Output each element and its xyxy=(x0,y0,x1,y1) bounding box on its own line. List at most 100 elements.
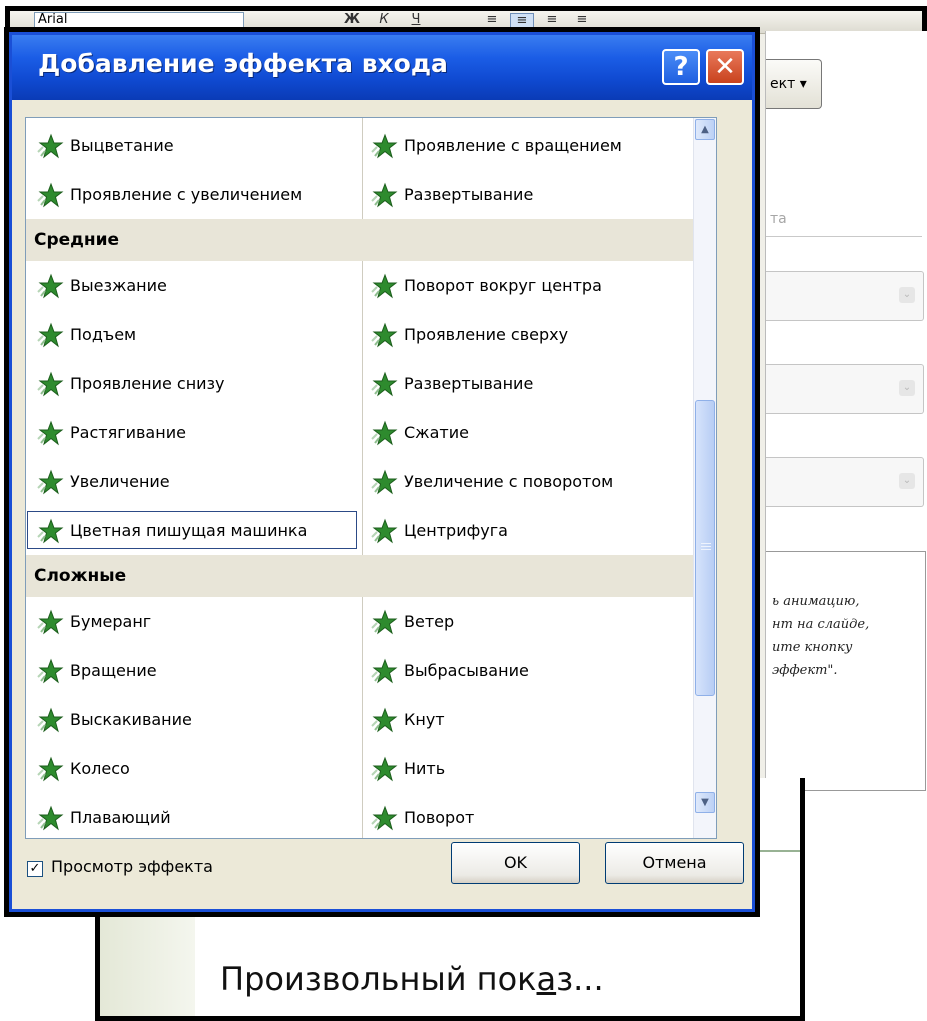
property-combo[interactable]: ⌄ xyxy=(766,364,924,414)
pane-hint-text: ь анимацию, нт на слайде, ите кнопку эфф… xyxy=(766,551,926,791)
thumb-grip xyxy=(701,546,711,547)
effect-item[interactable]: Проявление с вращением xyxy=(370,121,690,170)
dialog-titlebar[interactable]: Добавление эффекта входа ? ✕ xyxy=(12,35,752,100)
effect-label: Нить xyxy=(404,759,446,778)
effect-label: Бумеранг xyxy=(70,612,152,631)
effects-list[interactable]: Выцветание Проявление с вращением Проявлен… xyxy=(25,117,717,839)
effect-item[interactable]: Подъем xyxy=(36,310,366,359)
green-star-icon xyxy=(371,756,398,781)
dialog-client-area: Выцветание Проявление с вращением Проявлен… xyxy=(12,100,752,909)
custom-animation-pane: ект ▾ та ⌄ ⌄ ⌄ ь анимацию, нт на слайде,… xyxy=(765,31,927,791)
preview-effect-checkbox[interactable]: ✓ xyxy=(27,861,43,877)
green-star-icon xyxy=(371,182,398,207)
selection-outline xyxy=(27,511,357,549)
list-row: Растягивание Сжатие xyxy=(26,408,694,457)
list-row: Подъем Проявление сверху xyxy=(26,310,694,359)
effect-item[interactable]: Проявление снизу xyxy=(36,359,366,408)
green-star-icon xyxy=(37,420,64,445)
list-row: Колесо Нить xyxy=(26,744,694,793)
green-star-icon xyxy=(37,469,64,494)
green-star-icon xyxy=(37,805,64,830)
list-row: Выезжание Поворот вокруг центра xyxy=(26,261,694,310)
custom-show-menu-item[interactable]: Произвольный показ... xyxy=(220,960,604,998)
menu-item-hotkey: а xyxy=(536,960,557,998)
green-star-icon xyxy=(37,273,64,298)
effect-item[interactable]: Выскакивание xyxy=(36,695,366,744)
pane-section-label: та xyxy=(770,211,787,227)
close-button[interactable]: ✕ xyxy=(706,49,744,85)
effect-item[interactable]: Увеличение xyxy=(36,457,366,506)
dialog-title: Добавление эффекта входа xyxy=(38,49,448,78)
category-header: Сложные xyxy=(26,555,694,597)
cancel-button[interactable]: Отмена xyxy=(605,842,744,884)
effect-label: Подъем xyxy=(70,325,137,344)
effect-item[interactable]: Растягивание xyxy=(36,408,366,457)
effect-item[interactable]: Развертывание xyxy=(370,359,690,408)
effect-item[interactable]: Выбрасывание xyxy=(370,646,690,695)
list-row: Проявление с увеличением Развертывание xyxy=(26,170,694,219)
effect-label: Выбрасывание xyxy=(404,661,529,680)
help-button[interactable]: ? xyxy=(662,49,700,85)
green-star-icon xyxy=(371,420,398,445)
effect-label: Развертывание xyxy=(404,374,534,393)
effect-item[interactable]: Проявление с увеличением xyxy=(36,170,366,219)
green-star-icon xyxy=(371,371,398,396)
effect-item[interactable]: Бумеранг xyxy=(36,597,366,646)
list-row: Увеличение Увеличение с поворотом xyxy=(26,457,694,506)
vertical-scrollbar[interactable]: ▲ ▼ xyxy=(693,118,716,838)
ok-button[interactable]: OK xyxy=(451,842,580,884)
green-star-icon xyxy=(371,469,398,494)
green-star-icon xyxy=(37,182,64,207)
effect-item[interactable]: Колесо xyxy=(36,744,366,793)
scroll-down-button[interactable]: ▼ xyxy=(695,792,715,813)
effect-label: Проявление с увеличением xyxy=(70,185,303,204)
list-row: Цветная пишущая машинка Центрифуга xyxy=(26,506,694,555)
effect-item[interactable]: Плавающий xyxy=(36,793,366,838)
thumb-grip xyxy=(701,549,711,550)
effect-item[interactable]: Увеличение с поворотом xyxy=(370,457,690,506)
list-row: Плавающий Поворот xyxy=(26,793,694,838)
effect-item[interactable]: Выцветание xyxy=(36,121,366,170)
green-star-icon xyxy=(37,756,64,781)
effect-item[interactable]: Ветер xyxy=(370,597,690,646)
effect-label: Выезжание xyxy=(70,276,167,295)
effect-item[interactable]: Выезжание xyxy=(36,261,366,310)
effect-item[interactable]: Нить xyxy=(370,744,690,793)
effect-label: Увеличение с поворотом xyxy=(404,472,614,491)
effect-item[interactable]: Кнут xyxy=(370,695,690,744)
effect-label: Кнут xyxy=(404,710,445,729)
effect-label: Плавающий xyxy=(70,808,171,827)
add-entrance-effect-dialog: Добавление эффекта входа ? ✕ Выцветание П… xyxy=(4,27,760,917)
green-star-icon xyxy=(37,707,64,732)
effect-item[interactable]: Сжатие xyxy=(370,408,690,457)
effect-label: Выцветание xyxy=(70,136,174,155)
start-combo[interactable]: ⌄ xyxy=(766,271,924,321)
effect-label: Поворот xyxy=(404,808,475,827)
effect-item[interactable]: Развертывание xyxy=(370,170,690,219)
scroll-thumb[interactable] xyxy=(695,400,715,696)
effect-label: Центрифуга xyxy=(404,521,508,540)
hint-line: ите кнопку xyxy=(772,640,853,655)
chevron-down-icon: ⌄ xyxy=(899,473,915,489)
pane-divider xyxy=(766,236,922,237)
chevron-down-icon: ⌄ xyxy=(899,380,915,396)
menu-item-text: з... xyxy=(556,960,604,998)
green-star-icon xyxy=(371,805,398,830)
effect-label: Растягивание xyxy=(70,423,186,442)
speed-combo[interactable]: ⌄ xyxy=(766,457,924,507)
green-star-icon xyxy=(371,518,398,543)
effect-item[interactable]: Вращение xyxy=(36,646,366,695)
effect-item[interactable]: Поворот xyxy=(370,793,690,838)
list-row: Вращение Выбрасывание xyxy=(26,646,694,695)
add-effect-button[interactable]: ект ▾ xyxy=(766,59,822,109)
scroll-up-button[interactable]: ▲ xyxy=(695,119,715,140)
effect-item[interactable]: Центрифуга xyxy=(370,506,690,555)
effect-item[interactable]: Проявление сверху xyxy=(370,310,690,359)
effect-item[interactable]: Поворот вокруг центра xyxy=(370,261,690,310)
green-star-icon xyxy=(37,371,64,396)
effect-label: Развертывание xyxy=(404,185,534,204)
green-star-icon xyxy=(371,273,398,298)
green-star-icon xyxy=(37,133,64,158)
preview-effect-label: Просмотр эффекта xyxy=(51,857,213,876)
effect-label: Увеличение xyxy=(70,472,170,491)
